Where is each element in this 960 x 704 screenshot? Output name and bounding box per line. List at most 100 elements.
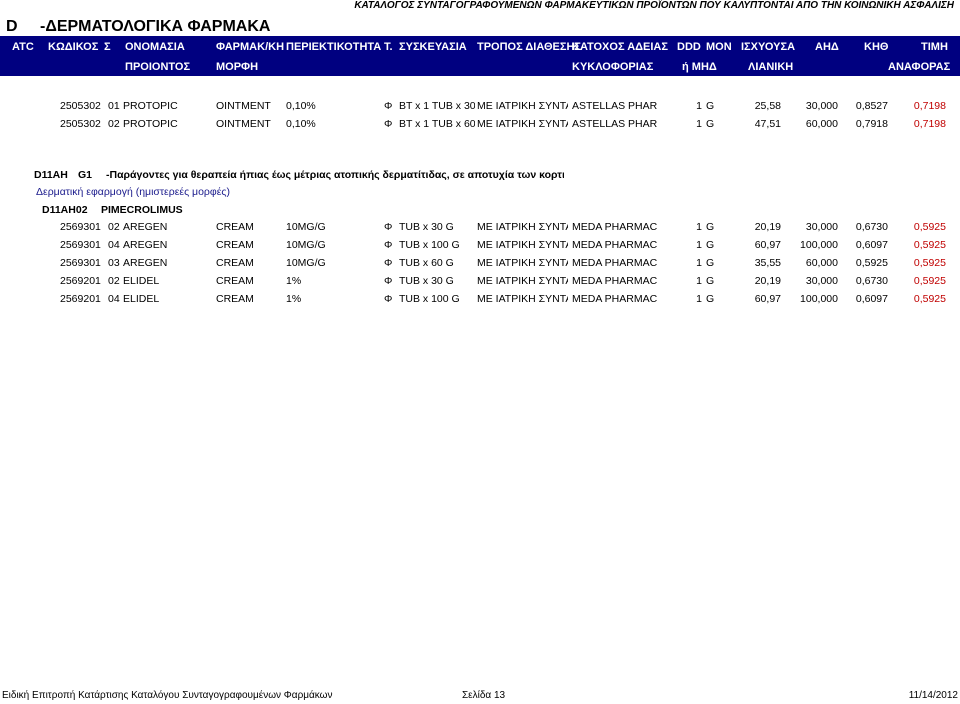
cell-ddd: 1: [696, 100, 702, 112]
cell-code: 2569201: [60, 275, 101, 287]
cell-holder: MEDA PHARMACI: [572, 293, 658, 305]
cell-ref: 0,5925: [913, 293, 946, 305]
cell-form: CREAM: [216, 257, 254, 269]
cell-price: 20,19: [754, 221, 781, 233]
cell-dispense: ΜΕ ΙΑΤΡΙΚΗ ΣΥΝΤΑ: [477, 257, 568, 269]
cell-ahd: 100,000: [800, 239, 838, 251]
cell-form: CREAM: [216, 221, 254, 233]
cell-holder: ASTELLAS PHARI: [572, 100, 658, 112]
cell-price: 47,51: [754, 118, 781, 130]
col-name: ΟΝΟΜΑΣΙΑ: [125, 41, 185, 53]
catalog-title: ΚΑΤΑΛΟΓΟΣ ΣΥΝΤΑΓΟΓΡΑΦΟΥΜΕΝΩΝ ΦΑΡΜΑΚΕΥΤΙΚ…: [354, 0, 954, 11]
cell-form: CREAM: [216, 293, 254, 305]
col-strength: ΠΕΡΙΕΚΤΙΚΟΤΗΤΑ: [286, 41, 382, 53]
cell-ref: 0,5925: [913, 221, 946, 233]
cell-dispense: ΜΕ ΙΑΤΡΙΚΗ ΣΥΝΤΑ: [477, 221, 568, 233]
cell-unit: G: [706, 118, 715, 130]
cell-name: PROTOPIC: [123, 118, 178, 130]
cell-t: Φ: [384, 275, 393, 287]
table-row: 2505302 02 PROTOPIC OINTMENT 0,10% Φ BT x 1 TU…: [0, 118, 960, 132]
cell-name: ELIDEL: [123, 293, 160, 305]
sub-atc: D11AH02: [42, 204, 88, 216]
cell-name: AREGEN: [123, 239, 168, 251]
cell-s: 04: [108, 293, 120, 305]
col-code: ΚΩΔΙΚΟΣ: [48, 41, 99, 53]
cell-name: AREGEN: [123, 221, 168, 233]
cell-package: TUB x 30 G: [399, 275, 454, 287]
cell-package: BT x 1 TUB x 30: [399, 100, 475, 112]
cell-code: 2569201: [60, 293, 101, 305]
cell-code: 2505302: [60, 118, 101, 130]
cell-s: 02: [108, 118, 120, 130]
cell-strength: 0,10%: [286, 100, 316, 112]
cell-dispense: ΜΕ ΙΑΤΡΙΚΗ ΣΥΝΤΑ: [477, 100, 568, 112]
cell-ddd: 1: [696, 118, 702, 130]
category-title: -ΔΕΡΜΑΤΟΛΟΓΙΚΑ ΦΑΡΜΑΚΑ: [40, 18, 271, 35]
col-form-2: ΜΟΡΦΗ: [216, 61, 259, 73]
col-ahd: ΑΗΔ: [815, 41, 839, 53]
cell-ref: 0,7198: [913, 118, 946, 130]
col-ddd: DDD: [677, 41, 701, 53]
cell-dispense: ΜΕ ΙΑΤΡΙΚΗ ΣΥΝΤΑ: [477, 275, 568, 287]
cell-dispense: ΜΕ ΙΑΤΡΙΚΗ ΣΥΝΤΑ: [477, 293, 568, 305]
cell-ddd: 1: [696, 293, 702, 305]
cell-ref: 0,7198: [913, 100, 946, 112]
cell-khth: 0,7918: [855, 118, 888, 130]
column-header-band: ATC ΚΩΔΙΚΟΣ Σ ΟΝΟΜΑΣΙΑ ΠΡΟΙΟΝΤΟΣ ΦΑΡΜΑΚ/…: [0, 36, 960, 76]
cell-form: CREAM: [216, 275, 254, 287]
table-row: 2569301 04 AREGEN CREAM 10MG/G Φ TUB x 100 G ΜΕ…: [0, 239, 960, 253]
cell-price: 35,55: [754, 257, 781, 269]
cell-khth: 0,6730: [855, 275, 888, 287]
cell-package: TUB x 60 G: [399, 257, 454, 269]
cell-name: AREGEN: [123, 257, 168, 269]
cell-ref: 0,5925: [913, 239, 946, 251]
cell-unit: G: [706, 293, 715, 305]
category-code: D: [6, 18, 18, 35]
cell-khth: 0,6730: [855, 221, 888, 233]
col-name-2: ΠΡΟΙΟΝΤΟΣ: [125, 61, 191, 73]
cell-unit: G: [706, 275, 715, 287]
cell-unit: G: [706, 257, 715, 269]
cell-form: OINTMENT: [216, 100, 271, 112]
cell-ddd: 1: [696, 257, 702, 269]
col-valid-2: ΛΙΑΝΙΚΗ: [748, 61, 794, 73]
group-g: G1: [78, 169, 93, 181]
cell-t: Φ: [384, 239, 393, 251]
col-unit: ΜΟΝ: [706, 41, 732, 53]
table-row: 2569301 03 AREGEN CREAM 10MG/G Φ TUB x 60 G ΜΕ …: [0, 257, 960, 271]
cell-s: 01: [108, 100, 120, 112]
sub-substance: PIMECROLIMUS: [101, 204, 183, 216]
col-s: Σ: [104, 41, 111, 53]
col-holder-2: ΚΥΚΛΟΦΟΡΙΑΣ: [572, 61, 654, 73]
col-price-2: ΑΝΑΦΟΡΑΣ: [888, 61, 951, 73]
footer-date: 11/14/2012: [908, 690, 958, 701]
cell-unit: G: [706, 221, 715, 233]
cell-ref: 0,5925: [913, 275, 946, 287]
cell-s: 02: [108, 221, 120, 233]
cell-s: 04: [108, 239, 120, 251]
cell-holder: ASTELLAS PHARI: [572, 118, 658, 130]
cell-t: Φ: [384, 100, 393, 112]
cell-dispense: ΜΕ ΙΑΤΡΙΚΗ ΣΥΝΤΑ: [477, 239, 568, 251]
cell-holder: MEDA PHARMACI: [572, 239, 658, 251]
cell-holder: MEDA PHARMACI: [572, 221, 658, 233]
col-form: ΦΑΡΜΑΚ/ΚΗ: [216, 41, 285, 53]
col-unit-2: ή ΜΗΔ: [682, 61, 717, 73]
cell-form: OINTMENT: [216, 118, 271, 130]
cell-ddd: 1: [696, 275, 702, 287]
footer-page: Σελίδα 13: [462, 690, 506, 701]
cell-price: 20,19: [754, 275, 781, 287]
col-khth: ΚΗΘ: [864, 41, 889, 53]
cell-t: Φ: [384, 118, 393, 130]
col-package: ΣΥΣΚΕΥΑΣΙΑ: [399, 41, 467, 53]
cell-strength: 1%: [286, 275, 302, 287]
cell-package: TUB x 100 G: [399, 239, 460, 251]
cell-ahd: 100,000: [800, 293, 838, 305]
cell-package: TUB x 100 G: [399, 293, 460, 305]
cell-ref: 0,5925: [913, 257, 946, 269]
cell-ahd: 30,000: [805, 275, 838, 287]
cell-code: 2569301: [60, 257, 101, 269]
cell-package: BT x 1 TUB x 60: [399, 118, 475, 130]
col-t: Τ.: [384, 41, 393, 53]
cell-holder: MEDA PHARMACI: [572, 275, 658, 287]
